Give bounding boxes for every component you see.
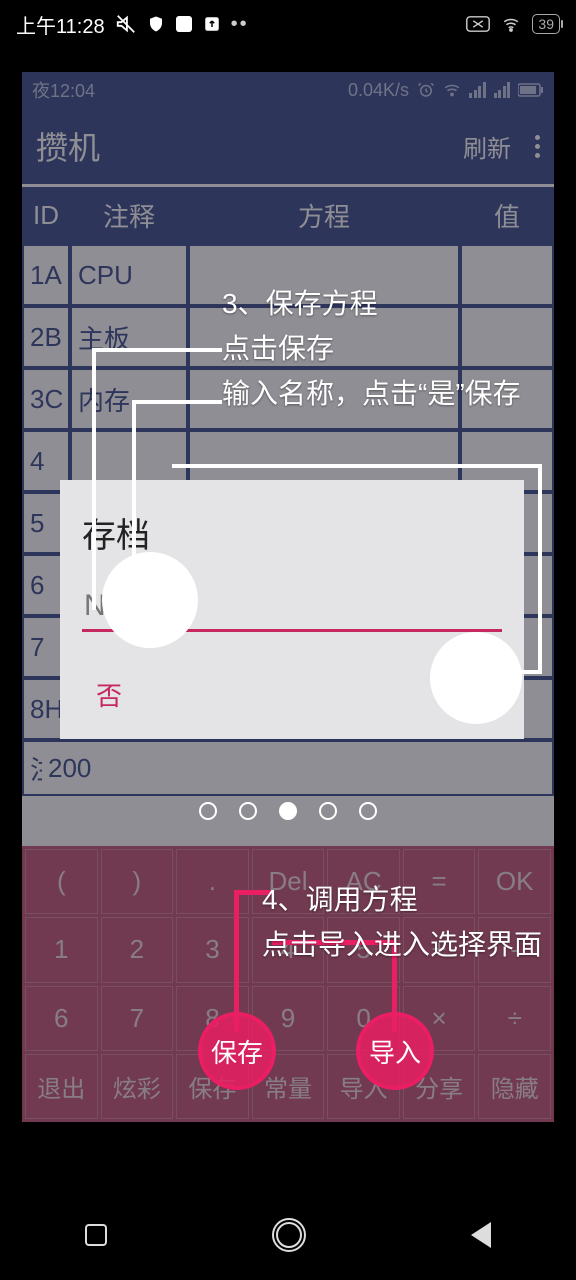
connector-line xyxy=(132,400,222,404)
nav-home-button[interactable] xyxy=(276,1222,302,1248)
spotlight-yes xyxy=(430,632,522,724)
connector-line xyxy=(538,464,542,674)
dots-icon: •• xyxy=(231,13,249,36)
device-status-bar: 上午11:28 •• 39 xyxy=(0,0,576,48)
battery-icon: 39 xyxy=(532,14,560,34)
spotlight-input xyxy=(102,552,198,648)
connector-line xyxy=(234,892,239,1032)
tutorial-step-4: 4、调用方程 点击导入进入选择界面 xyxy=(262,878,542,968)
connector-line xyxy=(172,464,542,468)
highlight-save-button[interactable]: 保存 xyxy=(198,1012,276,1090)
connector-line xyxy=(92,348,222,352)
device-time: 上午11:28 xyxy=(16,10,105,39)
dot[interactable] xyxy=(359,802,377,820)
nav-recent-button[interactable] xyxy=(85,1224,107,1246)
dot[interactable] xyxy=(239,802,257,820)
app-viewport: 夜12:04 0.04K/s 攒机 刷新 ID 注释 方程 xyxy=(22,72,554,1122)
wifi-icon xyxy=(500,15,522,33)
dot[interactable] xyxy=(199,802,217,820)
highlight-import-button[interactable]: 导入 xyxy=(356,1012,434,1090)
hotspot-icon xyxy=(466,15,490,33)
dialog-no-button[interactable]: 否 xyxy=(82,668,136,721)
tutorial-step-3: 3、保存方程 点击保存 输入名称，点击“是”保存 xyxy=(222,282,521,416)
square-icon xyxy=(175,15,193,33)
connector-line xyxy=(92,350,96,610)
page-indicator xyxy=(22,802,554,820)
mute-icon xyxy=(115,13,137,35)
nav-back-button[interactable] xyxy=(471,1222,491,1248)
shield-icon xyxy=(147,15,165,33)
upload-icon xyxy=(203,15,221,33)
dialog-title: 存档 xyxy=(82,508,502,557)
device-nav-bar xyxy=(0,1190,576,1280)
dot[interactable] xyxy=(319,802,337,820)
dot-active[interactable] xyxy=(279,802,297,820)
